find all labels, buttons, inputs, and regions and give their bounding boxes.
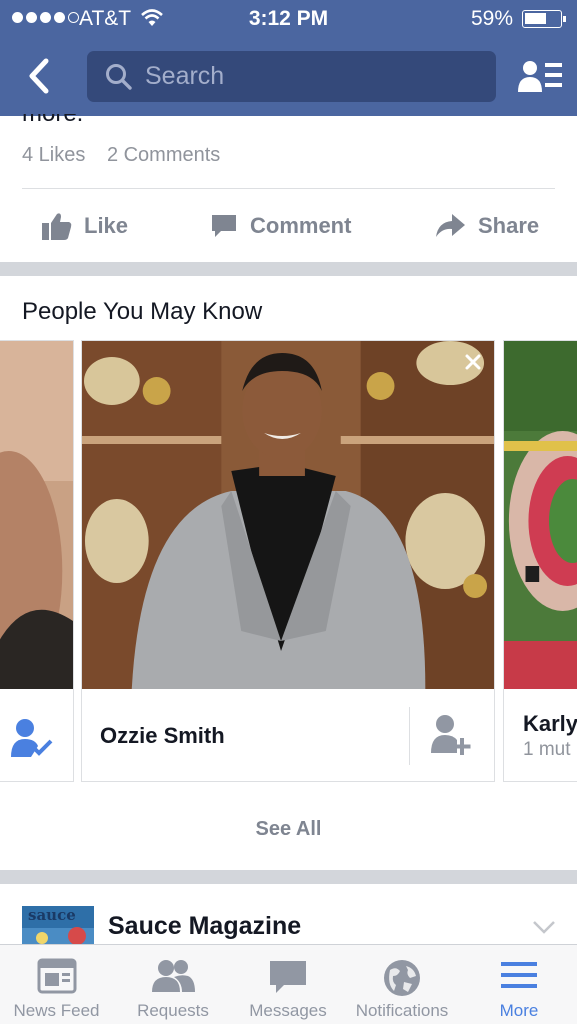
tab-messages[interactable]: Messages bbox=[233, 945, 343, 1024]
profile-photo[interactable] bbox=[82, 341, 494, 689]
pymk-title: People You May Know bbox=[22, 298, 263, 325]
share-arrow-icon bbox=[436, 214, 465, 237]
add-friend-icon[interactable] bbox=[430, 713, 474, 757]
post-stats: 4 Likes 2 Comments bbox=[22, 144, 236, 167]
person-name[interactable]: Karly bbox=[523, 711, 577, 737]
battery-percent: 59% bbox=[471, 7, 514, 30]
hamburger-icon bbox=[501, 962, 537, 988]
section-separator bbox=[0, 870, 577, 884]
request-sent-icon[interactable] bbox=[9, 717, 55, 759]
pymk-card-next[interactable]: Karly 1 mut bbox=[503, 340, 577, 782]
like-label: Like bbox=[84, 213, 129, 238]
tab-label: News Feed bbox=[13, 1001, 100, 1020]
see-all-link[interactable]: See All bbox=[0, 818, 577, 841]
messages-icon bbox=[270, 961, 306, 993]
tab-label: More bbox=[499, 1001, 539, 1020]
share-label: Share bbox=[478, 213, 540, 238]
tab-label: Messages bbox=[249, 1001, 327, 1020]
friends-list-icon bbox=[518, 61, 562, 92]
search-bar[interactable] bbox=[87, 51, 496, 102]
tab-requests[interactable]: Requests bbox=[113, 945, 233, 1024]
mutual-friends: 1 mut bbox=[523, 739, 571, 760]
section-separator bbox=[0, 262, 577, 276]
page-avatar-text: sauce bbox=[28, 906, 76, 924]
like-button[interactable]: Like bbox=[42, 196, 128, 256]
back-button[interactable] bbox=[24, 56, 60, 96]
likes-count[interactable]: 4 Likes bbox=[22, 144, 85, 166]
chevron-down-icon[interactable] bbox=[532, 920, 556, 934]
tab-label: Requests bbox=[137, 1001, 209, 1020]
search-icon bbox=[106, 64, 132, 90]
pymk-card-previous[interactable] bbox=[0, 340, 74, 782]
profile-photo bbox=[0, 341, 73, 689]
status-bar: AT&T 3:12 PM 59% bbox=[0, 0, 577, 38]
pymk-card[interactable]: Ozzie Smith bbox=[81, 340, 495, 782]
chevron-left-icon bbox=[29, 58, 49, 94]
person-name[interactable]: Ozzie Smith bbox=[100, 723, 225, 749]
share-button[interactable]: Share bbox=[434, 196, 539, 256]
tab-more[interactable]: More bbox=[461, 945, 577, 1024]
page-avatar[interactable]: sauce bbox=[22, 906, 94, 946]
comments-count[interactable]: 2 Comments bbox=[107, 144, 220, 166]
tab-news-feed[interactable]: News Feed bbox=[0, 945, 113, 1024]
top-bar: AT&T 3:12 PM 59% bbox=[0, 0, 577, 116]
tab-bar: News Feed Requests Messages Notification… bbox=[0, 944, 577, 1024]
profile-photo bbox=[504, 341, 577, 689]
tab-notifications[interactable]: Notifications bbox=[343, 945, 461, 1024]
divider bbox=[409, 707, 410, 765]
tab-label: Notifications bbox=[355, 1001, 449, 1020]
divider bbox=[22, 188, 555, 189]
battery-icon bbox=[522, 10, 566, 28]
comment-button[interactable]: Comment bbox=[210, 196, 351, 256]
news-feed-icon bbox=[37, 958, 76, 994]
globe-icon bbox=[384, 960, 420, 996]
search-input[interactable] bbox=[145, 59, 475, 93]
comment-bubble-icon bbox=[212, 215, 236, 237]
close-icon[interactable] bbox=[464, 353, 482, 371]
friends-list-button[interactable] bbox=[518, 58, 564, 99]
friend-requests-icon bbox=[152, 960, 195, 992]
page-name[interactable]: Sauce Magazine bbox=[108, 912, 301, 941]
thumbs-up-icon bbox=[42, 213, 72, 240]
comment-label: Comment bbox=[250, 213, 352, 238]
post-actions: Like Comment Share bbox=[0, 196, 577, 256]
